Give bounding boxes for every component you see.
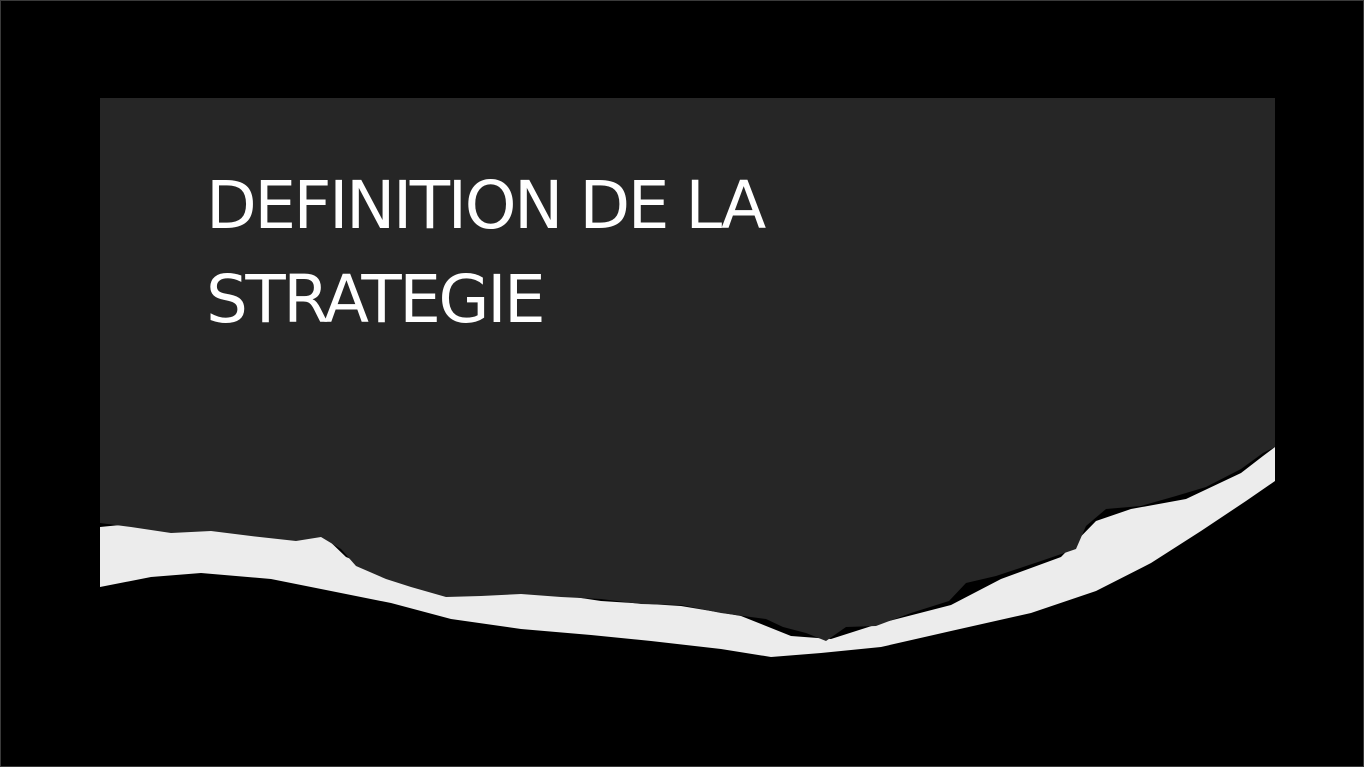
slide-title-line-2: STRATEGIE <box>206 261 546 338</box>
slide-title: DEFINITION DE LA STRATEGIE <box>206 159 966 347</box>
slide-title-line-1: DEFINITION DE LA <box>206 167 766 244</box>
slide: DEFINITION DE LA STRATEGIE <box>0 0 1364 767</box>
torn-paper-panel <box>100 98 1275 657</box>
